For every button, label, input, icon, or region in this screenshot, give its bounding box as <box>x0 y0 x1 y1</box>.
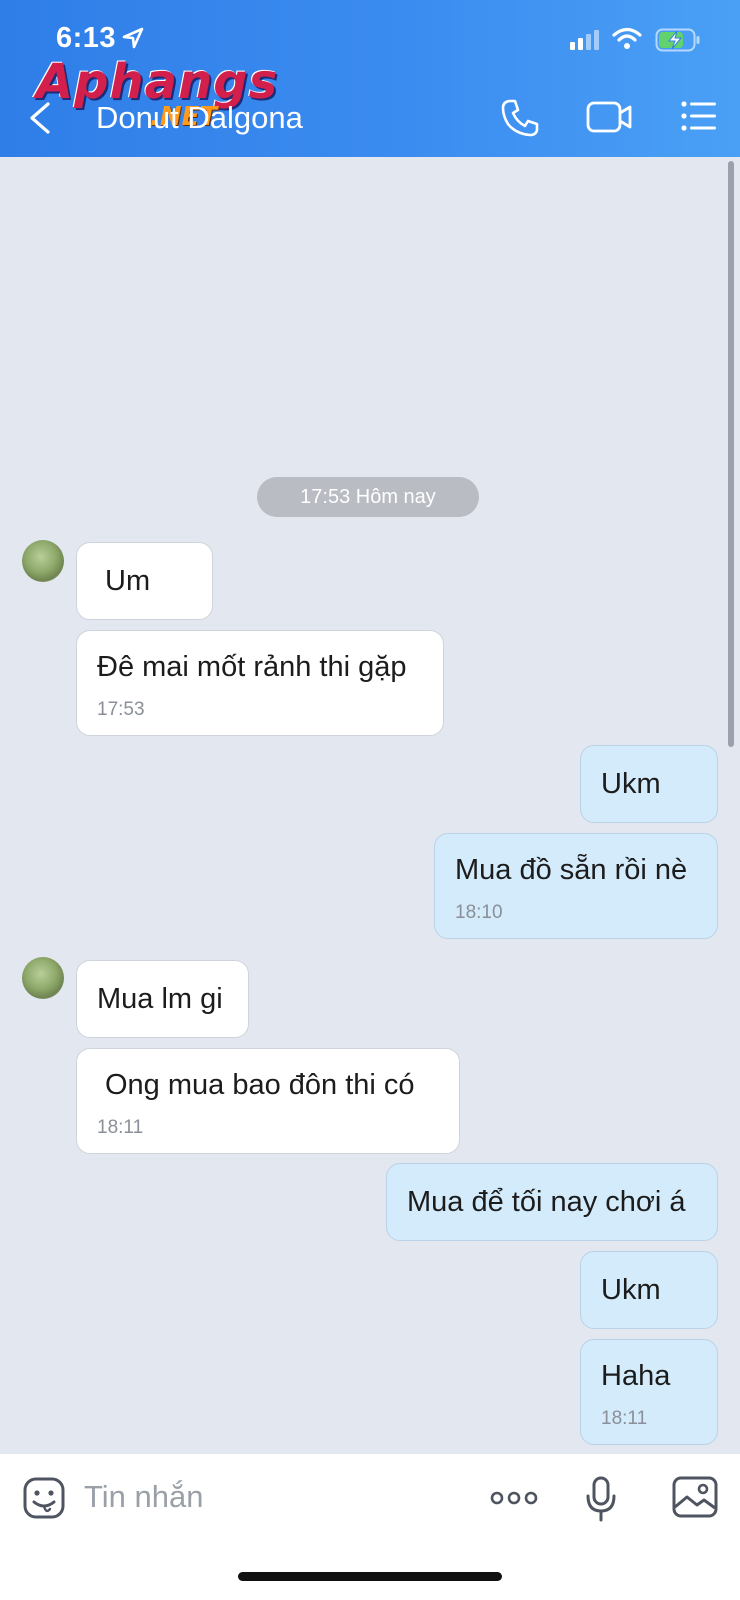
message-bubble[interactable]: Đê mai mốt rảnh thi gặp 17:53 <box>76 630 444 736</box>
message-bubble[interactable]: Ukm <box>580 745 718 823</box>
image-icon[interactable] <box>672 1476 718 1518</box>
contact-name[interactable]: Donut Dalgona <box>96 100 303 136</box>
message-text: Haha <box>601 1360 671 1392</box>
message-time: 17:53 <box>97 699 145 720</box>
message-input-bar <box>0 1454 740 1600</box>
message-time: 18:11 <box>601 1408 648 1429</box>
message-text: Đê mai mốt rảnh thi gặp <box>97 651 407 683</box>
date-separator: 17:53 Hôm nay <box>257 477 479 517</box>
message-text: Ong mua bao đôn thi có <box>105 1069 415 1101</box>
watermark-main: Aphangs <box>36 54 279 110</box>
status-time: 6:13 <box>56 22 117 54</box>
phone-icon[interactable] <box>500 98 540 138</box>
avatar[interactable] <box>22 540 64 582</box>
microphone-icon[interactable] <box>584 1476 618 1522</box>
message-time: 18:11 <box>97 1117 144 1138</box>
avatar[interactable] <box>22 957 64 999</box>
back-chevron-icon[interactable] <box>22 98 58 138</box>
message-text: Mua đồ sẵn rồi nè <box>455 854 688 886</box>
message-bubble[interactable]: Um <box>76 542 213 620</box>
message-bubble[interactable]: Ong mua bao đôn thi có 18:11 <box>76 1048 460 1154</box>
chat-area[interactable]: 17:53 Hôm nay Um Đê mai mốt rảnh thi gặp… <box>0 157 740 1454</box>
message-time: 18:10 <box>455 902 503 923</box>
list-menu-icon[interactable] <box>680 100 718 132</box>
message-bubble[interactable]: Ukm <box>580 1251 718 1329</box>
video-camera-icon[interactable] <box>586 100 632 134</box>
watermark-logo: Aphangs .NET <box>36 54 279 132</box>
wifi-icon <box>612 27 642 49</box>
message-bubble[interactable]: Haha 18:11 <box>580 1339 718 1445</box>
location-arrow-icon <box>122 27 144 49</box>
message-text: Mua lm gi <box>97 983 223 1015</box>
home-indicator[interactable] <box>238 1572 502 1581</box>
message-text: Ukm <box>601 1274 661 1306</box>
message-input[interactable] <box>84 1470 464 1524</box>
message-text: Um <box>105 565 151 597</box>
more-dots-icon[interactable] <box>490 1490 538 1506</box>
scrollbar[interactable] <box>728 161 734 747</box>
message-text: Ukm <box>601 768 661 800</box>
signal-icon <box>570 30 599 50</box>
battery-charging-icon <box>655 28 700 52</box>
message-bubble[interactable]: Mua lm gi <box>76 960 249 1038</box>
emoji-icon[interactable] <box>22 1476 66 1520</box>
message-text: Mua để tối nay chơi á <box>407 1186 686 1218</box>
message-bubble[interactable]: Mua đồ sẵn rồi nè 18:10 <box>434 833 718 939</box>
chat-header: 6:13 Aphangs .NET Donut Dalgona <box>0 0 740 157</box>
message-bubble[interactable]: Mua để tối nay chơi á <box>386 1163 718 1241</box>
